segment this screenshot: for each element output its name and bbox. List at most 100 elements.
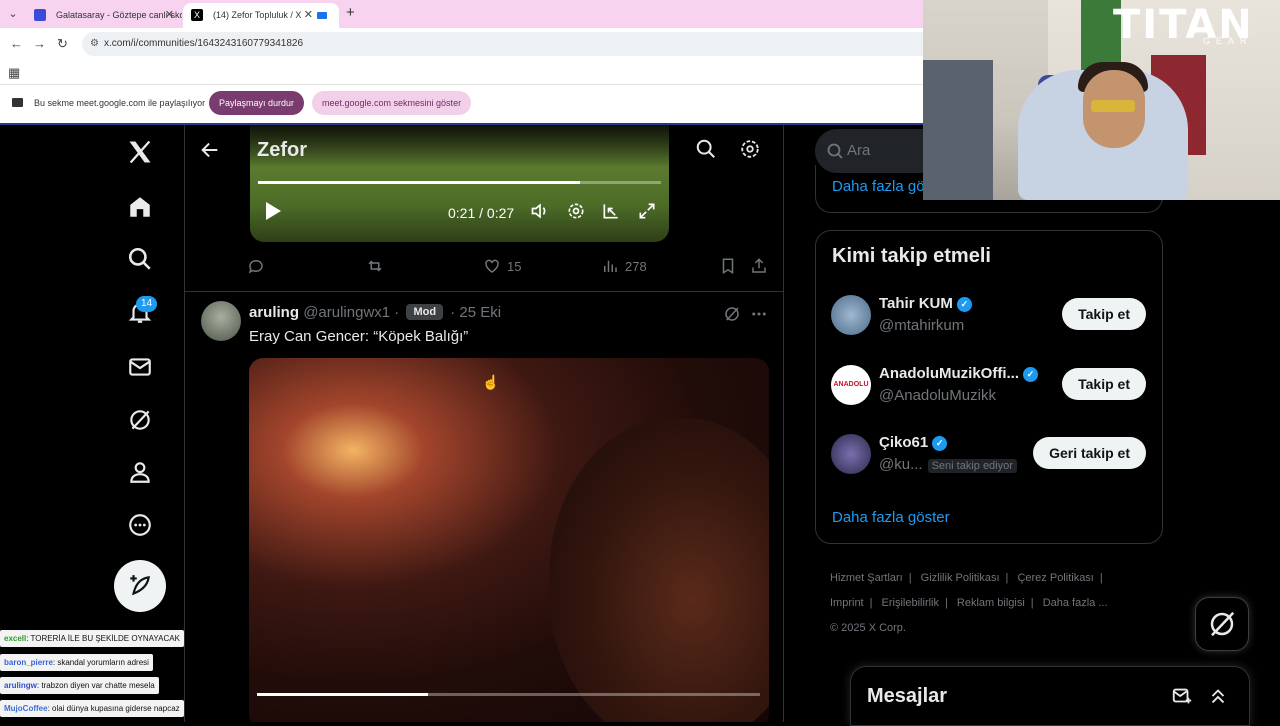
x-favicon-icon: X [191,9,203,21]
follow-button[interactable]: Takip et [1062,368,1146,400]
url-text: x.com/i/communities/1643243160779341826 [104,38,304,49]
new-message-icon[interactable] [1171,685,1193,707]
like-button[interactable]: 15 [483,257,521,275]
titan-gear-logo-sub: GEAR [1203,36,1253,46]
copyright: © 2025 X Corp. [830,622,906,634]
video-time: 0:21 / 0:27 [448,205,515,221]
who-to-follow-card: Kimi takip etmeli Tahir KUM ✓ @mtahirkum … [815,230,1163,544]
screen-share-icon [12,98,23,107]
verified-badge-icon: ✓ [1023,366,1038,382]
footer-link-cookies[interactable]: Çerez Politikası [1017,572,1093,584]
right-sidebar: Daha fazla göster Ara Kimi takip etmeli … [784,125,1280,726]
footer-link-terms[interactable]: Hizmet Şartları [830,572,903,584]
grok-icon[interactable] [723,305,741,323]
post-text: Eray Can Gencer: “Köpek Balığı” [249,328,469,345]
cast-icon [317,12,327,19]
post-author-handle[interactable]: @arulingwx1 [303,304,390,321]
fullscreen-icon[interactable] [637,201,657,221]
grok-icon[interactable] [120,400,160,440]
search-icon [827,129,843,173]
messages-title: Mesajlar [867,685,948,707]
more-circle-icon[interactable] [120,505,160,545]
chat-message: excell: TORERİA İLE BU ŞEKİLDE OYNAYACAK [0,630,184,647]
follow-suggestion[interactable]: ANADOLU AnadoluMuzikOffi... ✓ @AnadoluMuz… [816,365,1162,425]
new-tab-button[interactable]: + [346,4,355,21]
analytics-icon [604,260,617,272]
forward-arrow-icon[interactable]: → [33,36,46,51]
chat-message: baron_pierre: skandal yorumların adresi [0,654,153,671]
views-button[interactable]: 278 [601,257,647,275]
tab-galatasaray[interactable]: Galatasaray - Göztepe canlı skor ✕ [26,3,182,28]
mod-badge: Mod [406,304,444,320]
footer-link-accessibility[interactable]: Erişilebilirlik [882,597,939,609]
follow-suggestion[interactable]: Çiko61 ✓ @ku... Seni takip ediyor Geri tak… [816,434,1162,494]
grok-icon [1210,611,1235,637]
chat-message: MujoCoffee: olai dünya kupasına gidersе … [0,700,184,717]
tab-title: (14) Zefor Topluluk / X [213,10,302,20]
apps-grid-icon[interactable]: ▦ [8,65,20,81]
repost-icon [368,260,382,272]
volume-icon[interactable] [530,201,550,221]
show-meet-tab-button[interactable]: meet.google.com sekmesini göster [312,91,472,115]
follow-button[interactable]: Takip et [1062,298,1146,330]
messages-drawer[interactable]: Mesajlar [850,666,1250,726]
explore-search-icon[interactable] [120,239,160,279]
sharing-notice: Bu sekme meet.google.com ile paylaşılıyo… [34,98,206,108]
more-options-icon[interactable] [750,305,768,323]
follow-suggestion[interactable]: Tahir KUM ✓ @mtahirkum Takip et [816,295,1162,355]
mouse-cursor-icon: ☝ [482,374,500,390]
url-bar[interactable]: ⚙ x.com/i/communities/164324316077934182… [82,32,942,56]
settings-gear-icon[interactable] [566,201,586,221]
compose-post-button[interactable] [114,560,166,612]
back-arrow-icon[interactable] [199,139,221,161]
avatar[interactable] [201,301,241,341]
search-icon[interactable] [695,138,717,160]
show-more-link[interactable]: Daha fazla göster [832,509,950,526]
post-timestamp[interactable]: · 25 Eki [450,304,501,321]
notifications-badge: 14 [136,296,157,312]
home-icon[interactable] [120,187,160,227]
bookmark-button[interactable] [719,257,737,275]
video-player-2[interactable] [249,358,769,722]
user-handle: @mtahirkum [879,317,965,334]
footer-link-privacy[interactable]: Gizlilik Politikası [921,572,1000,584]
reply-button[interactable] [247,257,265,275]
expand-chevrons-icon[interactable] [1207,685,1229,707]
video-progress-bar[interactable] [257,693,760,696]
search-placeholder: Ara [847,142,871,159]
share-button[interactable] [750,257,768,275]
footer-links: Hizmet Şartları | Gizlilik Politikası | Çe… [830,572,1108,634]
video-progress-bar[interactable] [258,181,661,184]
repost-button[interactable] [365,257,385,275]
tab-zefor[interactable]: X (14) Zefor Topluluk / X ✕ [183,3,339,28]
reload-icon[interactable]: ↻ [57,36,68,52]
avatar[interactable] [831,434,871,474]
verified-badge-icon: ✓ [932,435,948,451]
x-logo-icon[interactable] [120,132,160,172]
avatar[interactable]: ANADOLU [831,365,871,405]
footer-link-ads-info[interactable]: Reklam bilgisi [957,597,1025,609]
follow-back-button[interactable]: Geri takip et [1033,437,1146,469]
footer-link-imprint[interactable]: Imprint [830,597,864,609]
profile-icon[interactable] [120,452,160,492]
footer-link-more[interactable]: Daha fazla ... [1043,597,1108,609]
grok-floating-button[interactable] [1195,597,1249,651]
chat-message: arulingw: trabzon diyen var chatte mesel… [0,677,159,694]
follows-you-badge: Seni takip ediyor [927,459,1017,473]
stop-sharing-button[interactable]: Paylaşmayı durdur [209,91,305,115]
settings-gear-icon[interactable] [739,138,761,160]
close-tab-icon[interactable]: ✕ [304,3,313,28]
heart-icon [485,259,499,273]
tab-search-icon[interactable]: ⌄ [4,5,22,23]
close-tab-icon[interactable]: ✕ [165,3,174,28]
picture-in-picture-icon[interactable] [601,201,621,221]
post-author-name[interactable]: aruling [249,304,299,321]
messages-mail-icon[interactable] [120,347,160,387]
like-count: 15 [507,258,522,274]
x-page: 14 excell: TORERİA İLE BU ŞEKİLDE OYNAYA… [0,123,1280,726]
user-handle: @AnadoluMuzikk [879,387,996,404]
avatar[interactable] [831,295,871,335]
site-info-icon[interactable]: ⚙ [90,32,99,56]
play-icon[interactable] [264,201,282,221]
back-arrow-icon[interactable]: ← [10,36,23,51]
